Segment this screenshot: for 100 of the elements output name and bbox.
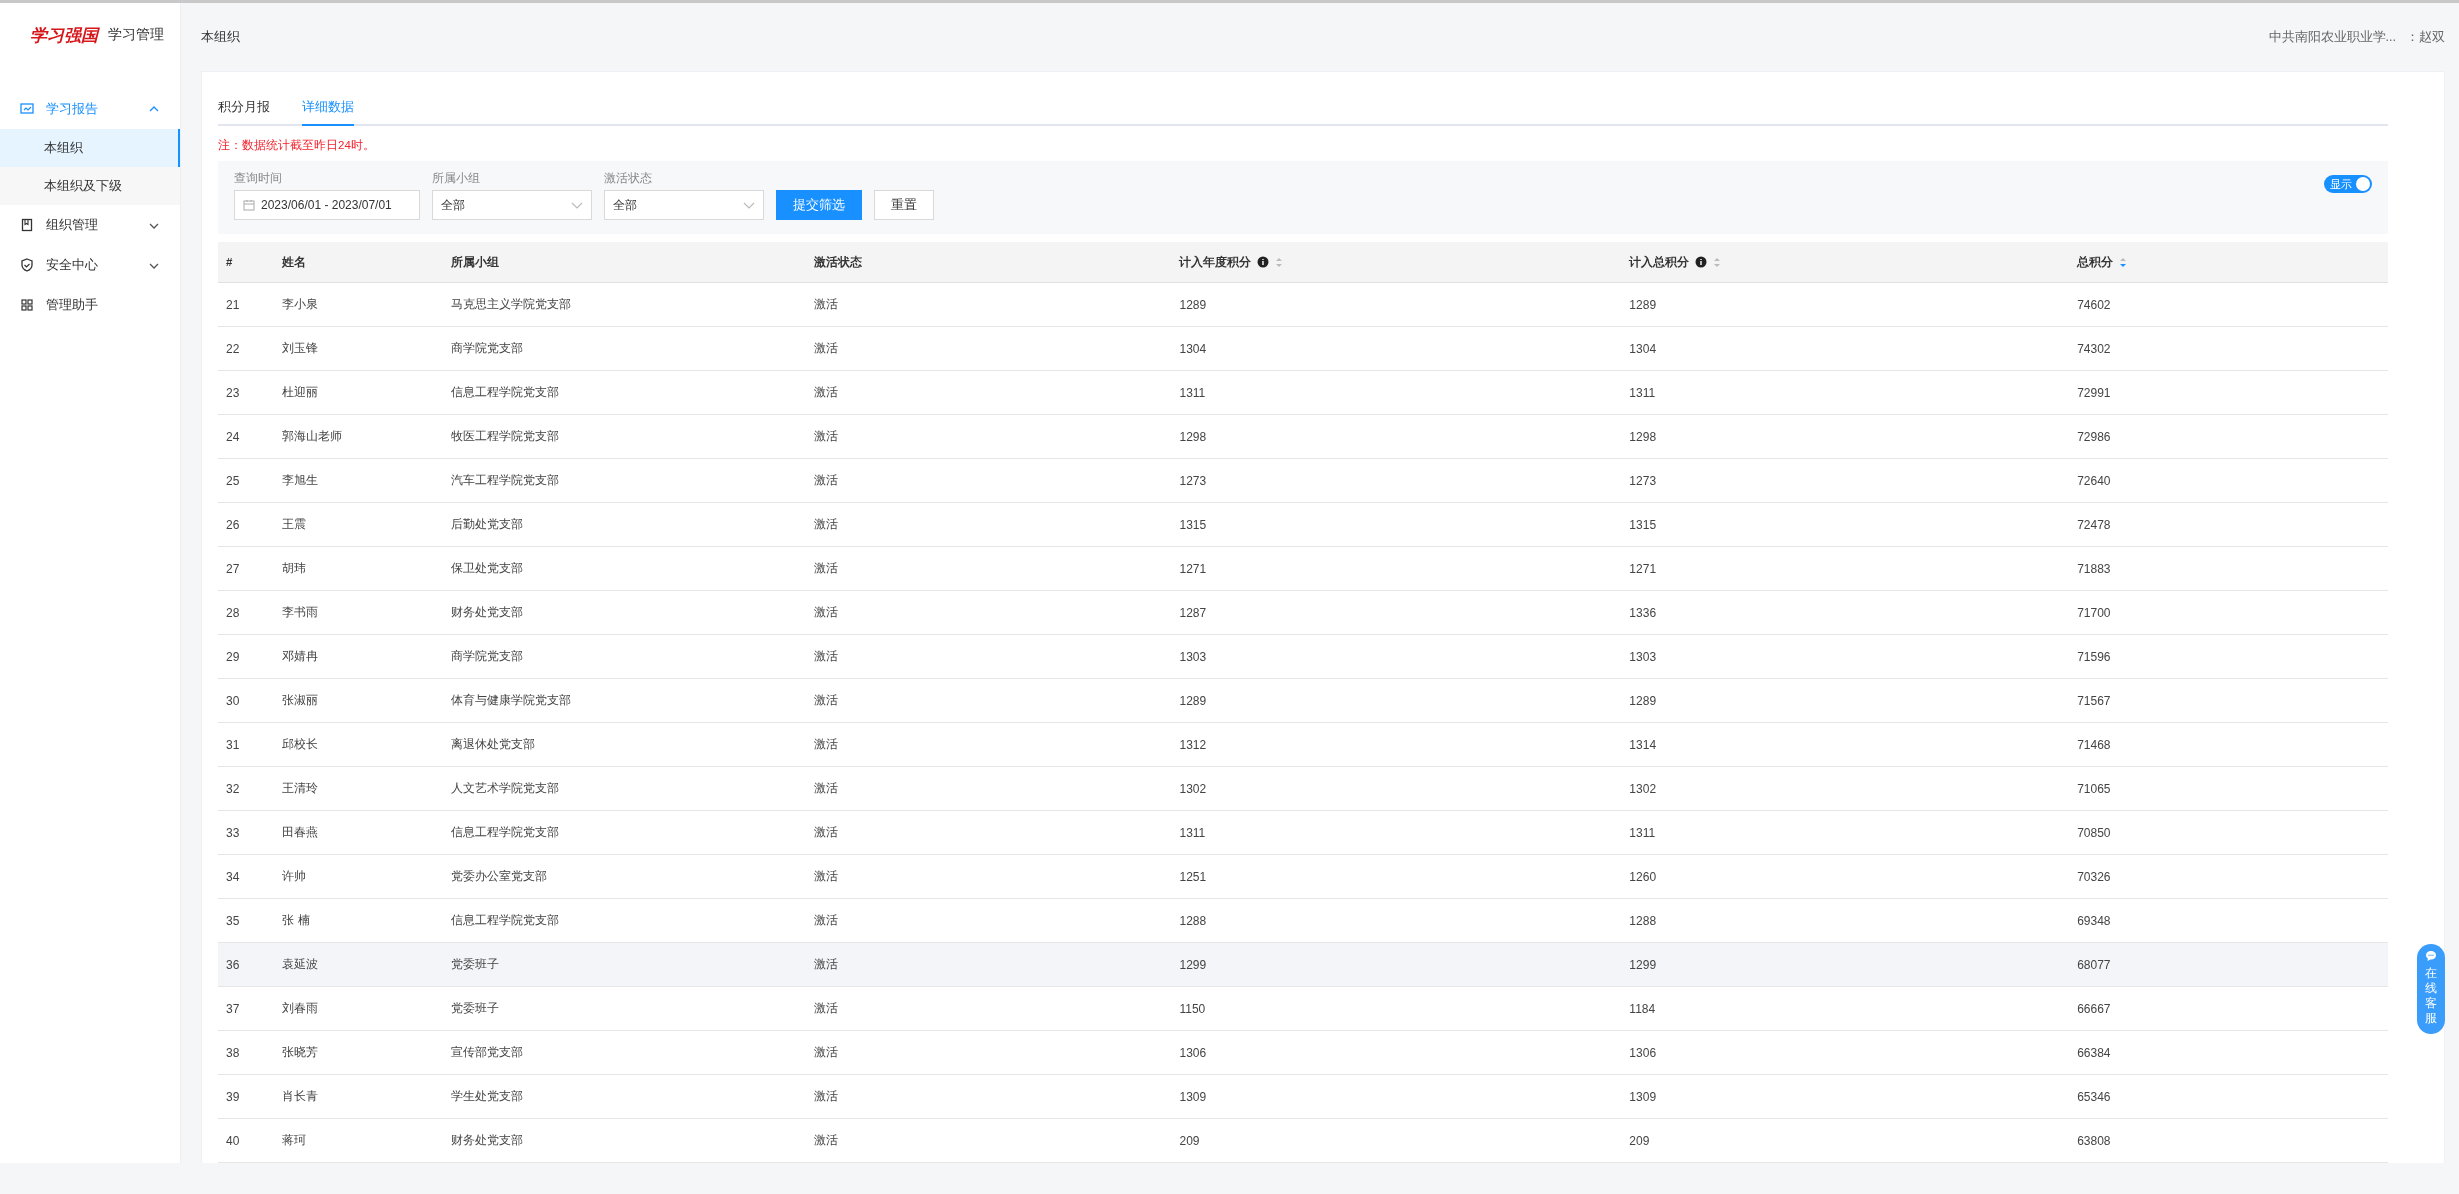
table-cell: 1303 bbox=[1171, 634, 1622, 679]
table-cell: 1251 bbox=[1171, 854, 1622, 899]
table-cell: 马克思主义学院党支部 bbox=[443, 282, 807, 327]
table-cell: 1298 bbox=[1171, 414, 1622, 459]
table-cell: 汽车工程学院党支部 bbox=[443, 458, 807, 503]
column-header: 计入总积分 bbox=[1621, 242, 2070, 283]
table-cell: 张晓芳 bbox=[274, 1030, 443, 1075]
menu-item[interactable]: 组织管理 bbox=[0, 205, 180, 245]
table-cell: 牧医工程学院党支部 bbox=[443, 414, 807, 459]
table-cell: 36 bbox=[218, 942, 275, 987]
table-row[interactable]: 32 王清玲 人文艺术学院党支部 激活 1302 1302 71065 bbox=[218, 766, 2388, 811]
table-row[interactable]: 25 李旭生 汽车工程学院党支部 激活 1273 1273 72640 bbox=[218, 458, 2388, 503]
table-row[interactable]: 40 蒋珂 财务处党支部 激活 209 209 63808 bbox=[218, 1118, 2388, 1163]
table-cell: 29 bbox=[218, 634, 275, 679]
shield-icon bbox=[20, 258, 34, 272]
table-row[interactable]: 23 杜迎丽 信息工程学院党支部 激活 1311 1311 72991 bbox=[218, 370, 2388, 415]
table-cell: 激活 bbox=[806, 942, 1172, 987]
table-row[interactable]: 22 刘玉锋 商学院党支部 激活 1304 1304 74302 bbox=[218, 326, 2388, 371]
table-cell: 70850 bbox=[2069, 810, 2388, 855]
table-cell: 信息工程学院党支部 bbox=[443, 370, 807, 415]
table-cell: 209 bbox=[1621, 1118, 2070, 1163]
table-row[interactable]: 39 肖长青 学生处党支部 激活 1309 1309 65346 bbox=[218, 1074, 2388, 1119]
menu-item[interactable]: 安全中心 bbox=[0, 245, 180, 285]
table-cell: 1306 bbox=[1621, 1030, 2070, 1075]
date-range-field[interactable]: 2023/06/01 - 2023/07/01 bbox=[234, 190, 420, 220]
tab[interactable]: 积分月报 bbox=[218, 92, 270, 126]
table-cell: 刘玉锋 bbox=[274, 326, 443, 371]
table-cell: 37 bbox=[218, 986, 275, 1031]
table-cell: 71596 bbox=[2069, 634, 2388, 679]
table-cell: 胡玮 bbox=[274, 546, 443, 591]
table-cell: 激活 bbox=[806, 1074, 1172, 1119]
table-row[interactable]: 36 袁延波 党委班子 激活 1299 1299 68077 bbox=[218, 942, 2388, 987]
select-field[interactable]: 全部 bbox=[604, 190, 764, 220]
table-cell: 1289 bbox=[1171, 678, 1622, 723]
table-cell: 蒋珂 bbox=[274, 1118, 443, 1163]
table-row[interactable]: 30 张淑丽 体育与健康学院党支部 激活 1289 1289 71567 bbox=[218, 678, 2388, 723]
table-cell: 209 bbox=[1171, 1118, 1622, 1163]
table-row[interactable]: 29 邓婧冉 商学院党支部 激活 1303 1303 71596 bbox=[218, 634, 2388, 679]
table-cell: 信息工程学院党支部 bbox=[443, 810, 807, 855]
table-cell: 王震 bbox=[274, 502, 443, 547]
table-cell: 1306 bbox=[1171, 1030, 1622, 1075]
logo: 学习强国 bbox=[30, 23, 98, 47]
table-cell: 激活 bbox=[806, 634, 1172, 679]
table-cell: 李书雨 bbox=[274, 590, 443, 635]
organization-name: 中共南阳农业职业学... bbox=[2268, 28, 2396, 46]
table-cell: 25 bbox=[218, 458, 275, 503]
table-cell: 1150 bbox=[1171, 986, 1622, 1031]
table-cell: 党委班子 bbox=[443, 942, 807, 987]
table-row[interactable]: 26 王震 后勤处党支部 激活 1315 1315 72478 bbox=[218, 502, 2388, 547]
table-cell: 23 bbox=[218, 370, 275, 415]
table-row[interactable]: 21 李小泉 马克思主义学院党支部 激活 1289 1289 74602 bbox=[218, 282, 2388, 327]
table-cell: 1184 bbox=[1621, 986, 2070, 1031]
table-cell: 26 bbox=[218, 502, 275, 547]
table-cell: 激活 bbox=[806, 326, 1172, 371]
grid-icon bbox=[20, 298, 34, 312]
table-row[interactable]: 37 刘春雨 党委班子 激活 1150 1184 66667 bbox=[218, 986, 2388, 1031]
table-cell: 保卫处党支部 bbox=[443, 546, 807, 591]
select-field[interactable]: 全部 bbox=[432, 190, 592, 220]
table-cell: 李小泉 bbox=[274, 282, 443, 327]
table-cell: 40 bbox=[218, 1118, 275, 1163]
table-cell: 1336 bbox=[1621, 590, 2070, 635]
submenu-item[interactable]: 本组织及下级 bbox=[0, 167, 180, 205]
column-header: 总积分 bbox=[2069, 242, 2388, 283]
table-cell: 激活 bbox=[806, 766, 1172, 811]
submenu-item[interactable]: 本组织 bbox=[0, 129, 180, 167]
table-row[interactable]: 31 邱校长 离退休处党支部 激活 1312 1314 71468 bbox=[218, 722, 2388, 767]
table-cell: 党委办公室党支部 bbox=[443, 854, 807, 899]
table-cell: 1309 bbox=[1171, 1074, 1622, 1119]
table-row[interactable]: 34 许帅 党委办公室党支部 激活 1251 1260 70326 bbox=[218, 854, 2388, 899]
table-row[interactable]: 35 张 楠 信息工程学院党支部 激活 1288 1288 69348 bbox=[218, 898, 2388, 943]
table-cell: 邓婧冉 bbox=[274, 634, 443, 679]
table-cell: 63808 bbox=[2069, 1118, 2388, 1163]
table-cell: 许帅 bbox=[274, 854, 443, 899]
table-cell: 1303 bbox=[1621, 634, 2070, 679]
table-row[interactable]: 28 李书雨 财务处党支部 激活 1287 1336 71700 bbox=[218, 590, 2388, 635]
table-cell: 71567 bbox=[2069, 678, 2388, 723]
table-cell: 30 bbox=[218, 678, 275, 723]
table-cell: 宣传部党支部 bbox=[443, 1030, 807, 1075]
table-cell: 张 楠 bbox=[274, 898, 443, 943]
table-cell: 1311 bbox=[1171, 810, 1622, 855]
table-cell: 王清玲 bbox=[274, 766, 443, 811]
table-cell: 1311 bbox=[1621, 810, 2070, 855]
table-row[interactable]: 24 郭海山老师 牧医工程学院党支部 激活 1298 1298 72986 bbox=[218, 414, 2388, 459]
table-cell: 33 bbox=[218, 810, 275, 855]
table-row[interactable]: 38 张晓芳 宣传部党支部 激活 1306 1306 66384 bbox=[218, 1030, 2388, 1075]
column-header: # bbox=[218, 242, 275, 283]
table-cell: 72986 bbox=[2069, 414, 2388, 459]
table-cell: 70326 bbox=[2069, 854, 2388, 899]
table-cell: 激活 bbox=[806, 502, 1172, 547]
table-row[interactable]: 33 田春燕 信息工程学院党支部 激活 1311 1311 70850 bbox=[218, 810, 2388, 855]
table-cell: 人文艺术学院党支部 bbox=[443, 766, 807, 811]
table-row[interactable]: 27 胡玮 保卫处党支部 激活 1271 1271 71883 bbox=[218, 546, 2388, 591]
menu-item[interactable]: 管理助手 bbox=[0, 285, 180, 325]
table-cell: 24 bbox=[218, 414, 275, 459]
table-cell: 1288 bbox=[1621, 898, 2070, 943]
table-cell: 72991 bbox=[2069, 370, 2388, 415]
table-cell: 65346 bbox=[2069, 1074, 2388, 1119]
chevron-icon bbox=[571, 200, 583, 210]
table-cell: 1289 bbox=[1621, 678, 2070, 723]
reset-button[interactable]: 重置 bbox=[874, 190, 934, 220]
